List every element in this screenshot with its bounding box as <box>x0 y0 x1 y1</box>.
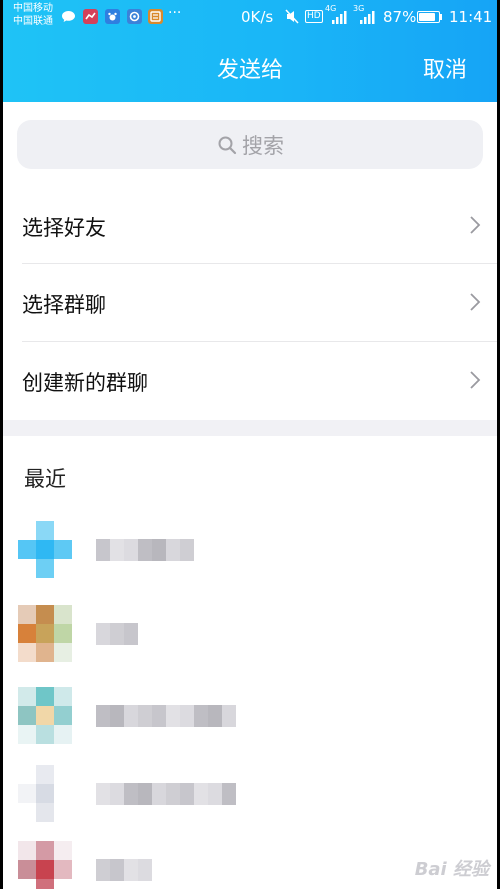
search-placeholder: 搜索 <box>242 133 284 158</box>
clock: 11:41 <box>449 8 493 26</box>
blurred-contact-name <box>96 783 236 805</box>
reader-app-icon <box>148 9 163 24</box>
select-group-item[interactable]: 选择群聊 <box>3 264 497 341</box>
mute-icon <box>285 9 299 28</box>
select-friends-item[interactable]: 选择好友 <box>3 187 497 264</box>
search-input[interactable]: 搜索 <box>17 120 483 169</box>
recent-section-title: 最近 <box>24 467 66 491</box>
chat-bubble-icon <box>61 9 76 24</box>
baidu-app-icon <box>105 9 120 24</box>
status-bar: 中国移动 中国联通 ··· 0K/s HD 4G 3G 87% 11:41 <box>3 0 497 34</box>
more-notifications-icon: ··· <box>168 5 182 21</box>
avatar <box>18 513 72 583</box>
blurred-contact-name <box>96 539 194 561</box>
blurred-contact-name <box>96 859 152 881</box>
create-group-label: 创建新的群聊 <box>22 371 148 395</box>
battery-tip <box>440 14 442 20</box>
settings-app-icon <box>127 9 142 24</box>
hd-icon: HD <box>305 10 323 23</box>
avatar <box>18 679 72 749</box>
network-speed: 0K/s <box>241 8 274 26</box>
select-group-label: 选择群聊 <box>22 293 106 317</box>
recent-contact-item[interactable] <box>3 513 497 585</box>
recent-contact-item[interactable] <box>3 597 497 669</box>
recent-contact-item[interactable] <box>3 757 497 829</box>
section-separator <box>3 420 497 436</box>
recent-contact-item[interactable] <box>3 679 497 751</box>
create-group-item[interactable]: 创建新的群聊 <box>3 342 497 419</box>
battery-percentage: 87% <box>383 8 417 26</box>
chevron-right-icon <box>470 371 481 389</box>
avatar <box>18 597 72 667</box>
battery-icon <box>417 11 440 23</box>
stock-app-icon <box>83 9 98 24</box>
carrier-1-label: 中国移动 <box>13 3 53 14</box>
avatar <box>18 757 72 827</box>
title-bar: 中国移动 中国联通 ··· 0K/s HD 4G 3G 87% 11:41 发送… <box>3 0 497 102</box>
battery-level-fill <box>419 13 435 21</box>
chevron-right-icon <box>470 216 481 234</box>
app-screen: 中国移动 中国联通 ··· 0K/s HD 4G 3G 87% 11:41 发送… <box>3 0 497 889</box>
select-friends-label: 选择好友 <box>22 216 106 240</box>
carrier-2-label: 中国联通 <box>13 16 53 27</box>
avatar <box>18 833 72 889</box>
signal-2-icon <box>359 10 377 28</box>
cancel-button[interactable]: 取消 <box>423 52 467 84</box>
blurred-contact-name <box>96 623 138 645</box>
signal-1-icon <box>331 10 349 28</box>
chevron-right-icon <box>470 293 481 311</box>
search-icon <box>216 134 238 156</box>
baidu-watermark-logo: Bai 经验 <box>414 859 489 880</box>
blurred-contact-name <box>96 705 236 727</box>
